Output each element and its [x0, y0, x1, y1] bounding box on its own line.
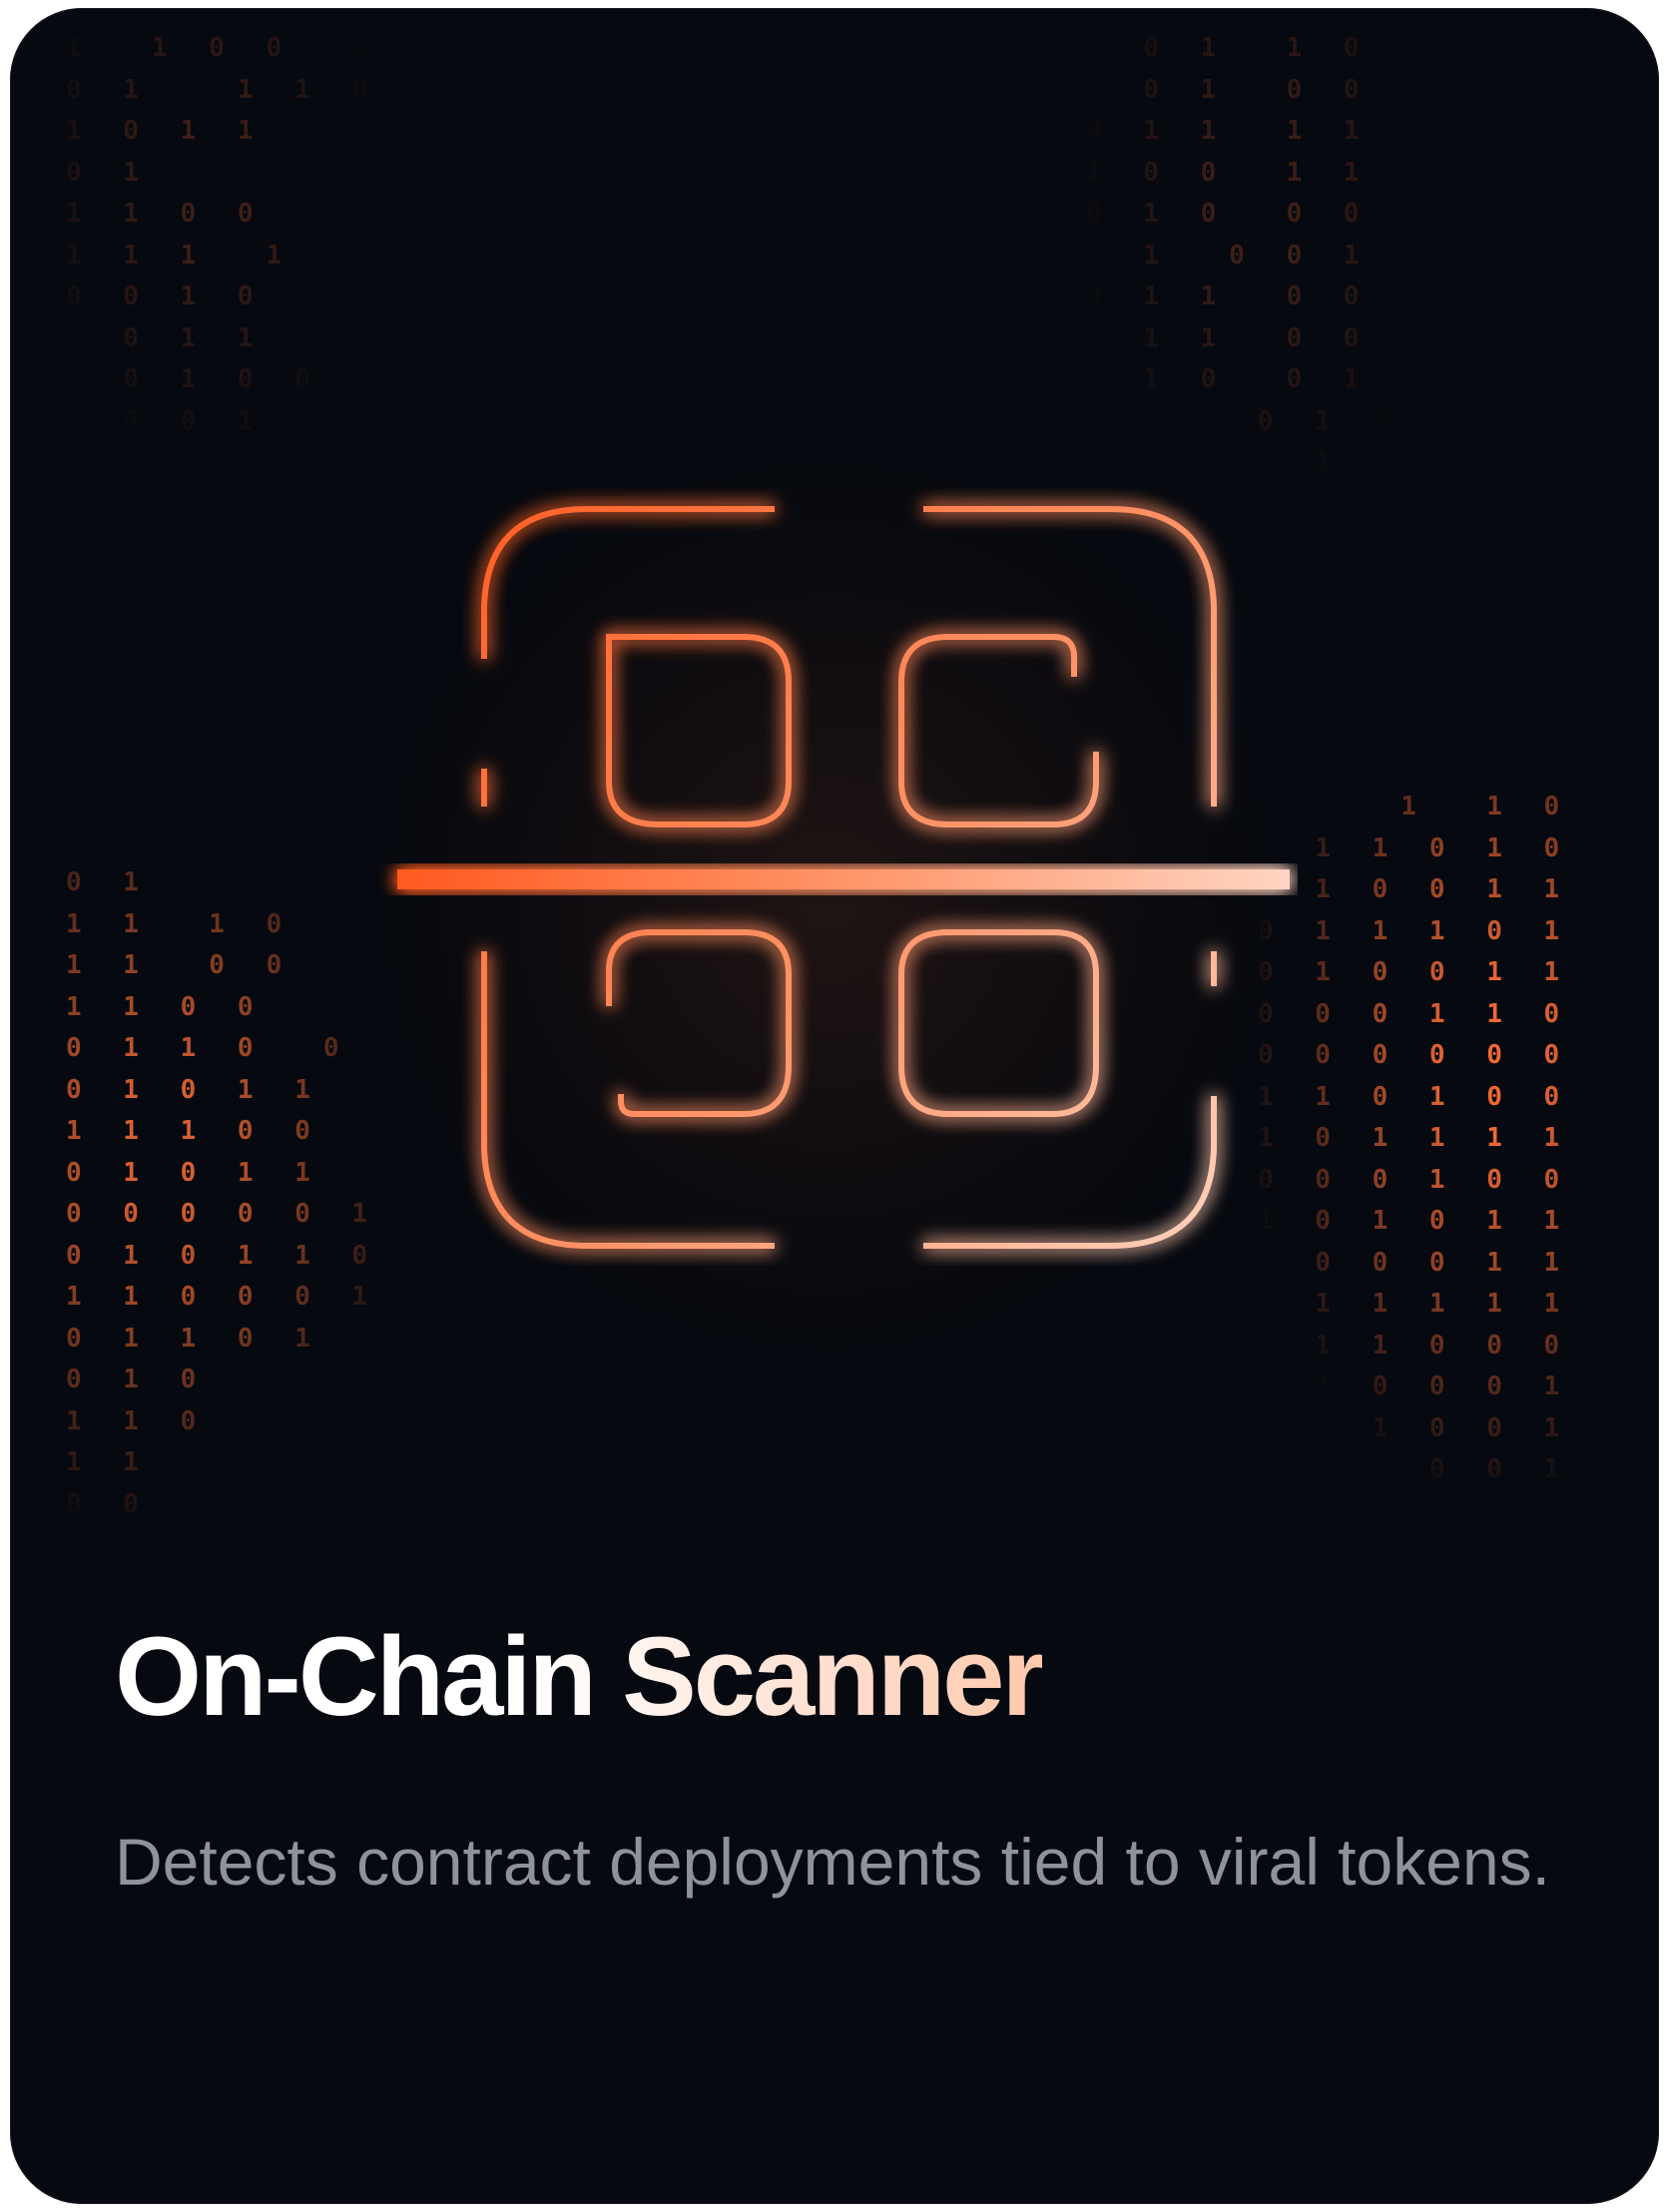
card-title: On-Chain Scanner — [115, 1614, 1045, 1739]
scanner-icon — [397, 506, 1290, 1249]
binary-pattern-top-left: 1 1 0 0 1 0 1 1 1 0 1 0 1 1 0 1 1 1 0 0 … — [66, 33, 381, 477]
corner-bracket-bottom-right — [923, 1096, 1217, 1249]
corner-bracket-bottom-left — [481, 951, 775, 1249]
binary-pattern-middle-left: 0 1 1 1 1 0 1 1 0 0 1 1 0 0 0 1 1 0 0 0 … — [66, 867, 381, 1560]
module-bottom-left — [606, 929, 792, 1117]
scan-line — [397, 869, 1290, 889]
feature-card[interactable]: 1 1 0 0 1 0 1 1 1 0 1 0 1 1 0 1 1 1 0 0 … — [10, 8, 1659, 2204]
corner-bracket-top-right — [923, 506, 1217, 807]
card-description: Detects contract deployments tied to vir… — [115, 1825, 1551, 1899]
module-top-left — [606, 634, 792, 828]
module-top-right — [898, 634, 1099, 828]
binary-pattern-middle-right: 1 1 0 1 1 0 1 0 1 0 0 1 1 0 1 1 1 0 1 0 … — [1258, 792, 1573, 1567]
module-bottom-right — [898, 929, 1099, 1117]
binary-pattern-top-right: 0 0 1 1 0 1 0 1 0 0 0 1 1 1 1 1 0 0 1 1 … — [1086, 33, 1401, 519]
